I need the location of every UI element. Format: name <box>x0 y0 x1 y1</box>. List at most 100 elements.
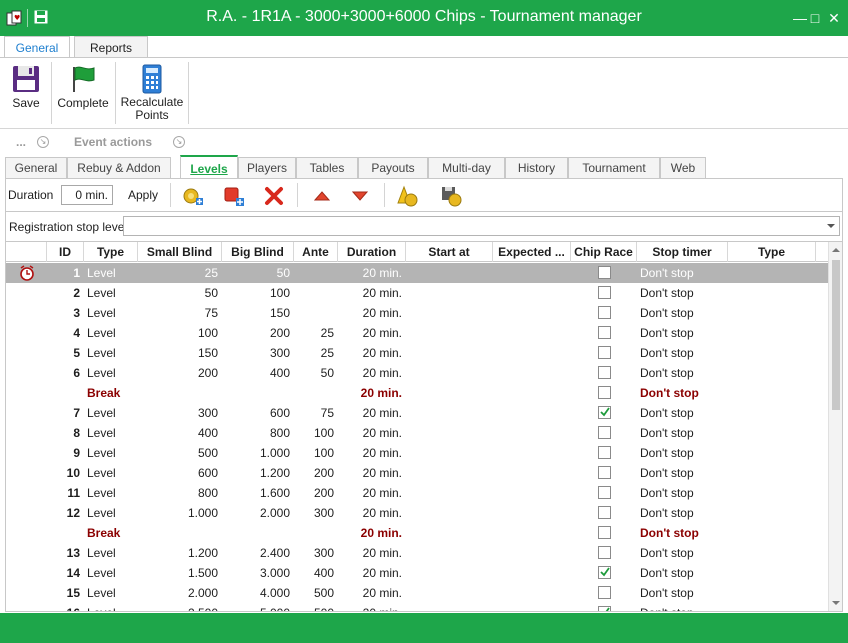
chip-race-checkbox[interactable] <box>598 506 611 519</box>
table-row[interactable]: 6 Level 200 400 50 20 min. Don't stop <box>6 363 828 383</box>
green-flag-icon <box>73 66 95 92</box>
chip-race-checkbox[interactable] <box>598 526 611 539</box>
save-structure-icon[interactable] <box>440 185 462 207</box>
chip-race-checkbox[interactable] <box>598 306 611 319</box>
table-row[interactable]: 5 Level 150 300 25 20 min. Don't stop <box>6 343 828 363</box>
expand-group-icon[interactable]: ↘ <box>37 136 49 148</box>
cell-id: 13 <box>66 546 80 560</box>
cell-small-blind <box>138 383 222 403</box>
complete-button[interactable]: Complete <box>56 58 110 128</box>
load-structure-icon[interactable] <box>396 185 418 207</box>
tab-history[interactable]: History <box>505 157 568 179</box>
apply-button[interactable]: Apply <box>128 188 158 202</box>
chip-race-checkbox[interactable] <box>598 446 611 459</box>
chip-race-checkbox[interactable] <box>598 406 611 419</box>
chip-race-checkbox[interactable] <box>598 286 611 299</box>
header-big-blind[interactable]: Big Blind <box>222 242 294 262</box>
header-type[interactable]: Type <box>84 242 138 262</box>
header-start-at[interactable]: Start at <box>406 242 493 262</box>
cell-big-blind: 1.600 <box>259 486 290 500</box>
levels-grid: ID Type Small Blind Big Blind Ante Durat… <box>5 241 843 612</box>
expand-event-actions-icon[interactable]: ↘ <box>173 136 185 148</box>
duration-input[interactable]: 0 min. <box>61 185 113 205</box>
chip-race-checkbox[interactable] <box>598 566 611 579</box>
tab-general[interactable]: General <box>5 157 67 179</box>
header-chip-race[interactable]: Chip Race <box>571 242 637 262</box>
tab-tables[interactable]: Tables <box>296 157 358 179</box>
chip-race-checkbox[interactable] <box>598 346 611 359</box>
scroll-down-icon[interactable] <box>832 601 840 605</box>
table-row[interactable]: 14 Level 1.500 3.000 400 20 min. Don't stop <box>6 563 828 583</box>
table-row[interactable]: 13 Level 1.200 2.400 300 20 min. Don't stop <box>6 543 828 563</box>
table-row[interactable]: 10 Level 600 1.200 200 20 min. Don't stop <box>6 463 828 483</box>
table-row[interactable]: 16Level2.5005.00050020 min. Don't stop <box>6 603 828 611</box>
table-row[interactable]: 1 Level 25 50 20 min. Don't stop <box>6 263 828 283</box>
scroll-thumb[interactable] <box>832 260 840 410</box>
ribbon-tab-reports[interactable]: Reports <box>74 36 148 58</box>
header-type-2[interactable]: Type <box>728 242 816 262</box>
ribbon-tab-general[interactable]: General <box>4 36 70 59</box>
header-duration[interactable]: Duration <box>338 242 406 262</box>
group-label-event-actions: Event actions <box>74 135 153 149</box>
tab-rebuy-addon[interactable]: Rebuy & Addon <box>67 157 171 179</box>
cell-duration: 20 min. <box>362 586 402 600</box>
maximize-button[interactable]: □ <box>805 8 825 28</box>
chevron-down-icon[interactable] <box>827 224 835 228</box>
chip-race-checkbox[interactable] <box>598 426 611 439</box>
move-down-icon[interactable] <box>349 185 371 207</box>
chip-race-checkbox[interactable] <box>598 606 611 611</box>
header-stop-timer[interactable]: Stop timer <box>637 242 728 262</box>
add-break-icon[interactable] <box>223 185 245 207</box>
cell-ante: 400 <box>313 566 334 580</box>
cell-duration: 20 min. <box>362 326 402 340</box>
header-id[interactable]: ID <box>47 242 84 262</box>
tab-levels[interactable]: Levels <box>180 155 238 179</box>
tab-players[interactable]: Players <box>238 157 296 179</box>
registration-stop-select[interactable] <box>123 216 840 236</box>
chip-race-checkbox[interactable] <box>598 386 611 399</box>
header-small-blind[interactable]: Small Blind <box>138 242 222 262</box>
cell-id: 9 <box>73 446 80 460</box>
cell-small-blind: 500 <box>197 446 218 460</box>
tab-web[interactable]: Web <box>660 157 706 179</box>
table-row[interactable]: 8 Level 400 800 100 20 min. Don't stop <box>6 423 828 443</box>
tab-multi-day[interactable]: Multi-day <box>428 157 505 179</box>
break-row[interactable]: Break 20 min. Don't stop <box>6 383 828 403</box>
table-row[interactable]: 15 Level 2.000 4.000 500 20 min. Don't stop <box>6 583 828 603</box>
cell-duration: 20 min. <box>362 506 402 520</box>
header-ante[interactable]: Ante <box>294 242 338 262</box>
cell-duration: 20 min. <box>360 526 402 540</box>
chip-race-checkbox[interactable] <box>598 466 611 479</box>
move-up-icon[interactable] <box>311 185 333 207</box>
vertical-scrollbar[interactable] <box>828 242 842 611</box>
break-row[interactable]: Break 20 min. Don't stop <box>6 523 828 543</box>
ribbon-separator <box>188 62 189 124</box>
table-row[interactable]: 3 Level 75 150 20 min. Don't stop <box>6 303 828 323</box>
cell-ante <box>294 523 338 543</box>
chip-race-checkbox[interactable] <box>598 546 611 559</box>
header-expected[interactable]: Expected ... <box>493 242 571 262</box>
delete-icon[interactable] <box>263 185 285 207</box>
table-row[interactable]: 4 Level 100 200 25 20 min. Don't stop <box>6 323 828 343</box>
cell-duration: 20 min. <box>362 486 402 500</box>
add-level-icon[interactable] <box>182 185 204 207</box>
tab-payouts[interactable]: Payouts <box>358 157 428 179</box>
grid-header: ID Type Small Blind Big Blind Ante Durat… <box>6 242 828 262</box>
cell-big-blind: 300 <box>269 346 290 360</box>
recalculate-points-button[interactable]: Recalculate Points <box>120 58 184 128</box>
save-button[interactable]: Save <box>4 58 48 128</box>
chip-race-checkbox[interactable] <box>598 266 611 279</box>
close-button[interactable]: ✕ <box>824 8 844 28</box>
tab-tournament[interactable]: Tournament <box>568 157 660 179</box>
cell-big-blind: 1.000 <box>259 446 290 460</box>
table-row[interactable]: 12 Level 1.000 2.000 300 20 min. Don't stop <box>6 503 828 523</box>
table-row[interactable]: 7 Level 300 600 75 20 min. Don't stop <box>6 403 828 423</box>
table-row[interactable]: 9 Level 500 1.000 100 20 min. Don't stop <box>6 443 828 463</box>
chip-race-checkbox[interactable] <box>598 366 611 379</box>
scroll-up-icon[interactable] <box>832 248 840 252</box>
chip-race-checkbox[interactable] <box>598 326 611 339</box>
chip-race-checkbox[interactable] <box>598 486 611 499</box>
table-row[interactable]: 2 Level 50 100 20 min. Don't stop <box>6 283 828 303</box>
table-row[interactable]: 11 Level 800 1.600 200 20 min. Don't stop <box>6 483 828 503</box>
chip-race-checkbox[interactable] <box>598 586 611 599</box>
